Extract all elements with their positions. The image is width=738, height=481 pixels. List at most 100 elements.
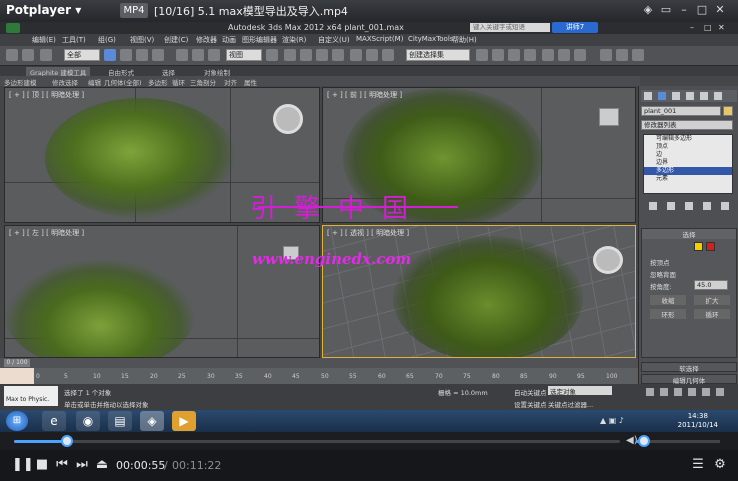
plant-model[interactable] bbox=[393, 236, 583, 357]
viewport-label[interactable]: [ + ] [ 前 ] [ 明暗处理 ] bbox=[327, 90, 402, 100]
seek-handle[interactable] bbox=[61, 435, 74, 447]
material-editor-icon[interactable] bbox=[524, 49, 536, 61]
redo-icon[interactable] bbox=[22, 49, 34, 61]
display-tab-icon[interactable] bbox=[700, 92, 708, 100]
help-search-input[interactable]: 键入关键字或短语 bbox=[470, 23, 550, 32]
viewport-label[interactable]: [ + ] [ 透视 ] [ 明暗处理 ] bbox=[327, 228, 409, 238]
ribbon-panel[interactable]: 三角剖分 bbox=[190, 77, 216, 87]
max-minimize-icon[interactable]: – bbox=[690, 23, 694, 32]
eject-icon[interactable]: ⏏ bbox=[94, 457, 110, 473]
menu-item[interactable]: 修改器 bbox=[196, 35, 217, 45]
ribbon-panel[interactable]: 编辑 bbox=[88, 77, 101, 87]
maxscript-listener[interactable] bbox=[0, 368, 34, 384]
motion-tab-icon[interactable] bbox=[686, 92, 694, 100]
ie-icon[interactable]: e bbox=[42, 411, 66, 431]
element-mode-icon[interactable] bbox=[706, 242, 715, 251]
player-menu-button[interactable]: Potplayer ▾ bbox=[6, 3, 81, 17]
zoom-all-icon[interactable] bbox=[660, 388, 668, 396]
pin-stack-icon[interactable] bbox=[649, 202, 657, 210]
render-icon[interactable] bbox=[574, 49, 586, 61]
reference-coord-select[interactable]: 视图 bbox=[226, 49, 262, 61]
pan-icon[interactable] bbox=[688, 388, 696, 396]
window-crossing-icon[interactable] bbox=[152, 49, 164, 61]
configure-sets-icon[interactable] bbox=[721, 202, 729, 210]
angle-snap-icon[interactable] bbox=[300, 49, 312, 61]
tray-icons[interactable]: ▲ ▣ ♪ bbox=[600, 416, 624, 425]
stack-item[interactable]: 边界 bbox=[644, 159, 732, 167]
extra-tool-icon[interactable] bbox=[616, 49, 628, 61]
menu-item[interactable]: 自定义(U) bbox=[318, 35, 350, 45]
extra-tool-icon[interactable] bbox=[632, 49, 644, 61]
menu-item[interactable]: CityMaxTools bbox=[408, 35, 453, 43]
ribbon-panel[interactable]: 属性 bbox=[244, 77, 257, 87]
orbit-icon[interactable] bbox=[702, 388, 710, 396]
viewcube-icon[interactable] bbox=[273, 104, 303, 134]
mirror-icon[interactable] bbox=[366, 49, 378, 61]
maximize-viewport-icon[interactable] bbox=[716, 388, 724, 396]
zoom-extents-icon[interactable] bbox=[674, 388, 682, 396]
track-bar[interactable]: 0 5 10 15 20 25 30 35 40 45 50 55 60 65 … bbox=[0, 368, 638, 384]
loop-button[interactable]: 循环 bbox=[694, 309, 730, 319]
ribbon-panel[interactable]: 循环 bbox=[172, 77, 185, 87]
ring-button[interactable]: 环形 bbox=[650, 309, 686, 319]
spinner-snap-icon[interactable] bbox=[332, 49, 344, 61]
max-maximize-icon[interactable]: □ bbox=[704, 23, 712, 32]
show-end-result-icon[interactable] bbox=[667, 202, 675, 210]
key-filters-button[interactable]: 关键点过滤器... bbox=[548, 399, 593, 409]
menu-item[interactable]: 动画 bbox=[222, 35, 236, 45]
ribbon-panel[interactable]: 多边形 bbox=[148, 77, 168, 87]
scale-icon[interactable] bbox=[208, 49, 220, 61]
folder-icon[interactable]: ▤ bbox=[108, 411, 132, 431]
ribbon-panel[interactable]: 几何体(全部) bbox=[104, 77, 142, 87]
extra-tool-icon[interactable] bbox=[600, 49, 612, 61]
stack-item[interactable]: 边 bbox=[644, 151, 732, 159]
menu-item[interactable]: 工具(T) bbox=[62, 35, 86, 45]
settings-icon[interactable]: ⚙ bbox=[712, 457, 728, 473]
grow-button[interactable]: 扩大 bbox=[694, 295, 730, 305]
menu-item[interactable]: MAXScript(M) bbox=[356, 35, 403, 43]
menu-item[interactable]: 渲染(R) bbox=[282, 35, 306, 45]
volume-handle[interactable] bbox=[638, 435, 651, 447]
option-label[interactable]: 忽略背面 bbox=[650, 269, 676, 279]
menu-item[interactable]: 视图(V) bbox=[130, 35, 154, 45]
key-object-select[interactable]: 选定对象 bbox=[548, 386, 612, 396]
rect-select-icon[interactable] bbox=[136, 49, 148, 61]
link-icon[interactable] bbox=[40, 49, 52, 61]
menu-item[interactable]: 创建(C) bbox=[164, 35, 188, 45]
stack-item[interactable]: 元素 bbox=[644, 175, 732, 183]
viewport-label[interactable]: [ + ] [ 左 ] [ 明暗处理 ] bbox=[9, 228, 84, 238]
viewport-label[interactable]: [ + ] [ 顶 ] [ 明暗处理 ] bbox=[9, 90, 84, 100]
hierarchy-tab-icon[interactable] bbox=[672, 92, 680, 100]
mini-icon[interactable]: ▭ bbox=[658, 2, 674, 18]
pause-icon[interactable]: ❚❚ bbox=[12, 457, 34, 473]
modify-tab-icon[interactable] bbox=[658, 92, 666, 100]
menu-item[interactable]: 图形编辑器 bbox=[242, 35, 277, 45]
menu-item[interactable]: 组(G) bbox=[98, 35, 116, 45]
potplayer-taskbar-icon[interactable]: ▶ bbox=[172, 411, 196, 431]
viewcube-icon[interactable] bbox=[599, 108, 619, 126]
angle-spinner[interactable]: 45.0 bbox=[694, 280, 728, 290]
select-by-name-icon[interactable] bbox=[120, 49, 132, 61]
soft-selection-rollout[interactable]: 软选择 bbox=[641, 362, 737, 373]
selection-filter-select[interactable]: 全部 bbox=[64, 49, 100, 61]
viewport-perspective[interactable]: [ + ] [ 透视 ] [ 明暗处理 ] bbox=[322, 225, 636, 358]
render-setup-icon[interactable] bbox=[542, 49, 554, 61]
stop-icon[interactable]: ■ bbox=[34, 457, 50, 473]
rotate-icon[interactable] bbox=[192, 49, 204, 61]
object-color-swatch[interactable] bbox=[723, 106, 733, 116]
remove-modifier-icon[interactable] bbox=[703, 202, 711, 210]
layer-icon[interactable] bbox=[476, 49, 488, 61]
pin-icon[interactable]: ◈ bbox=[640, 2, 656, 18]
option-label[interactable]: 按角度: bbox=[650, 281, 672, 291]
rollout-title[interactable]: 选择 bbox=[642, 229, 736, 239]
curve-editor-icon[interactable] bbox=[492, 49, 504, 61]
percent-snap-icon[interactable] bbox=[316, 49, 328, 61]
zoom-icon[interactable] bbox=[646, 388, 654, 396]
max-taskbar-icon[interactable]: ◈ bbox=[140, 411, 164, 431]
polygon-mode-icon[interactable] bbox=[694, 242, 703, 251]
viewport-left[interactable]: [ + ] [ 左 ] [ 明暗处理 ] bbox=[4, 225, 320, 358]
plant-model[interactable] bbox=[5, 260, 195, 357]
move-icon[interactable] bbox=[176, 49, 188, 61]
edit-geometry-rollout[interactable]: 编辑几何体 bbox=[641, 374, 737, 385]
stack-item[interactable]: 可编辑多边形 bbox=[644, 135, 732, 143]
